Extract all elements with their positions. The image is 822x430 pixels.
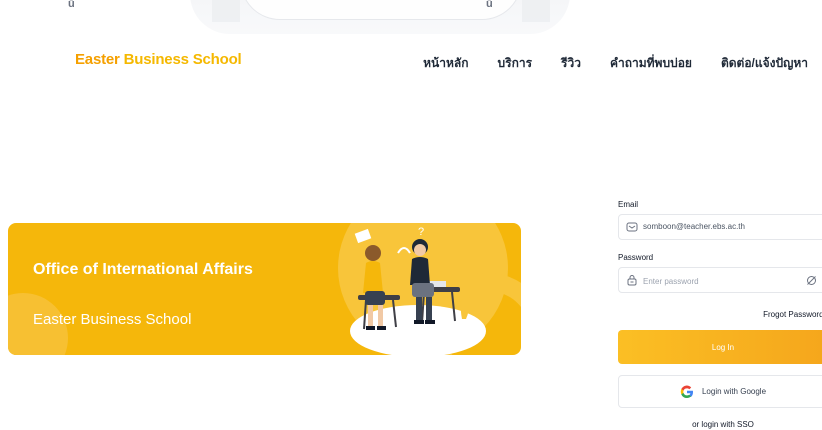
lock-icon <box>627 275 637 286</box>
mail-icon <box>626 222 638 232</box>
brand-name-part2: Business School <box>123 51 242 68</box>
hero-fade-mark-left: ū <box>68 0 75 10</box>
hero-fade-strip: ū ū <box>0 0 822 38</box>
email-field[interactable]: somboon@teacher.ebs.ac.th <box>618 214 822 240</box>
students-illustration: ? <box>350 226 486 355</box>
top-navigation: Easter Business School หน้าหลัก บริการ ร… <box>0 48 822 76</box>
nav-link-services[interactable]: บริการ <box>498 54 533 73</box>
brand-name-part1: Easter <box>75 51 120 68</box>
brand-logo[interactable]: Easter Business School <box>75 51 242 68</box>
forgot-password-link[interactable]: Frogot Password? <box>763 310 822 319</box>
password-input[interactable] <box>641 272 805 290</box>
nav-link-home[interactable]: หน้าหลัก <box>423 54 468 73</box>
banner-title: Office of International Affairs <box>33 261 253 278</box>
banner-subtitle: Easter Business School <box>33 311 192 328</box>
sso-login-text[interactable]: or login with SSO <box>618 420 822 429</box>
password-label: Password <box>618 253 654 262</box>
hero-fade-panel <box>240 0 522 20</box>
google-button-label: Login with Google <box>701 387 767 396</box>
nav-link-reviews[interactable]: รีวิว <box>561 54 581 73</box>
google-icon <box>680 385 693 398</box>
password-field[interactable] <box>618 267 822 293</box>
nav-link-faq[interactable]: คำถามที่พบบ่อย <box>610 54 692 73</box>
hero-banner: Office of International Affairs Easter B… <box>8 223 521 355</box>
google-login-button[interactable]: Login with Google <box>618 375 822 408</box>
nav-links: หน้าหลัก บริการ รีวิว คำถามที่พบบ่อย ติด… <box>423 54 808 73</box>
svg-text:?: ? <box>418 226 424 238</box>
login-button[interactable]: Log In <box>618 330 822 364</box>
nav-link-contact[interactable]: ติดต่อ/แจ้งปัญหา <box>721 54 808 73</box>
login-form: Email somboon@teacher.ebs.ac.th Password… <box>618 200 822 429</box>
hero-fade-post-right <box>522 0 550 22</box>
hero-fade-mark-right: ū <box>486 0 493 10</box>
email-label: Email <box>618 200 639 209</box>
hero-fade-post-left <box>212 0 240 22</box>
eye-off-icon[interactable] <box>806 275 817 286</box>
email-value: somboon@teacher.ebs.ac.th <box>643 222 745 231</box>
